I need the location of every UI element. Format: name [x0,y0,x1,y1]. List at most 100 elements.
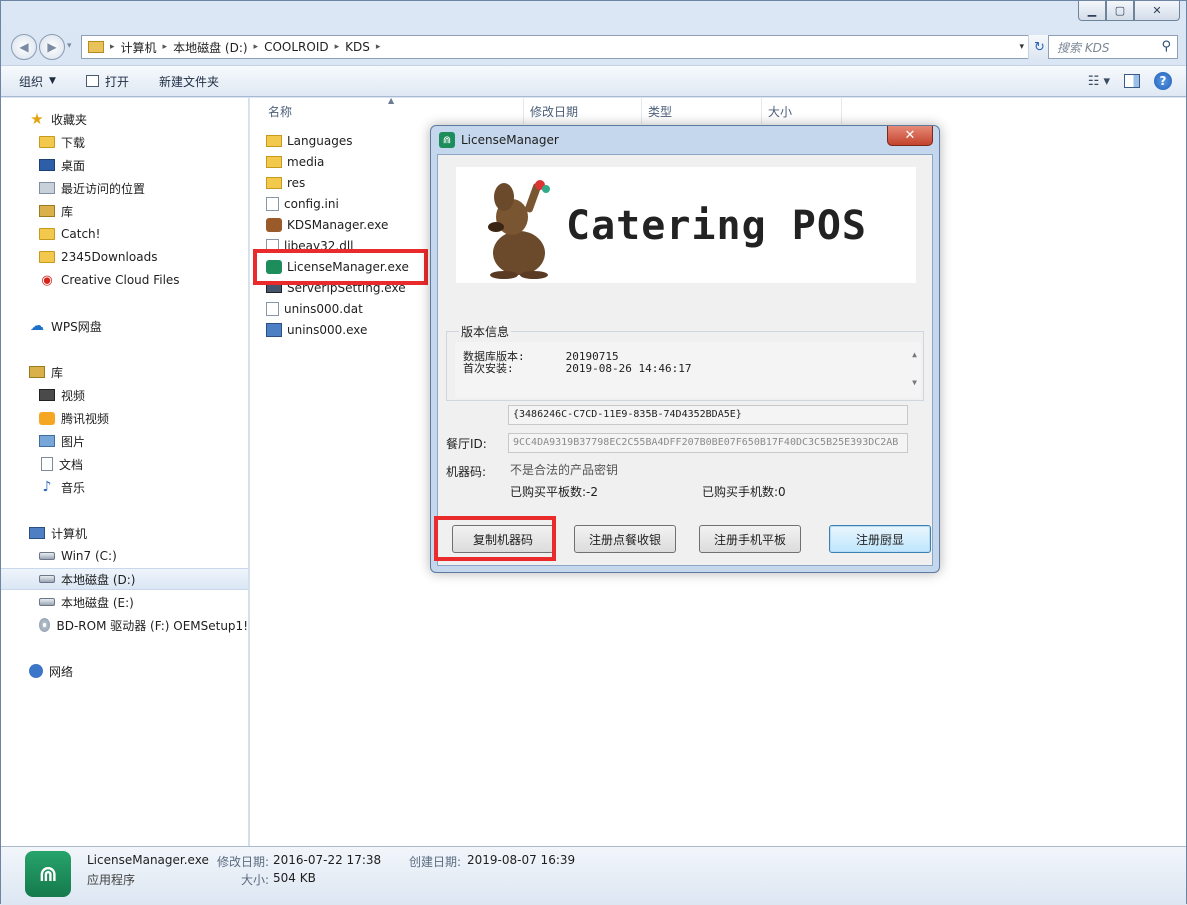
nav-desktop[interactable]: 桌面 [1,154,248,176]
minimize-button[interactable]: ▁ [1078,1,1106,21]
help-icon[interactable]: ? [1154,72,1172,90]
nav-2345downloads[interactable]: 2345Downloads [1,246,248,268]
details-size-value: 504 KB [273,871,316,885]
file-name: unins000.exe [287,323,368,337]
nav-wps-drive[interactable]: ☁ WPS网盘 [1,315,248,337]
nav-label: 2345Downloads [61,250,158,264]
nav-catch[interactable]: Catch! [1,223,248,245]
picture-icon [39,435,55,447]
details-modified-label: 修改日期: [217,855,270,869]
nav-videos[interactable]: 视频 [1,384,248,406]
organize-label: 组织 [19,74,44,89]
folder-icon [266,177,282,189]
maximize-button[interactable]: ▢ [1106,1,1134,21]
file-name: unins000.dat [284,302,363,316]
chevron-down-icon: ▼ [49,76,56,86]
first-install-label: 首次安装: [463,362,514,375]
restaurant-id-field[interactable]: {3486246C-C7CD-11E9-835B-74D4352BDA5E} [508,405,908,425]
cloud-icon: ☁ [30,318,44,334]
breadcrumb: ▸ 计算机 ▸ 本地磁盘 (D:) ▸ COOLROID ▸ KDS ▸ [110,39,381,56]
forward-button[interactable]: ▶ [39,34,65,60]
nav-label: 腾讯视频 [61,411,110,426]
preview-pane-icon[interactable] [1124,74,1140,88]
refresh-button[interactable]: ↻ [1028,35,1050,59]
folder-icon [39,228,55,240]
new-folder-button[interactable]: 新建文件夹 [159,73,219,90]
license-app-icon: ⋒ [25,851,71,897]
column-type[interactable]: 类型 [642,98,762,124]
search-icon[interactable]: ⚲ [1161,39,1171,54]
column-modified[interactable]: 修改日期 [524,98,642,124]
folder-icon [266,135,282,147]
column-label: 类型 [648,104,673,119]
register-kitchen-display-button[interactable]: 注册厨显 [829,525,931,553]
nav-network[interactable]: 网络 [1,660,248,682]
nav-drive-f[interactable]: BD-ROM 驱动器 (F:) OEMSetup1! [1,614,248,636]
dialog-close-button[interactable]: ✕ [887,126,933,146]
folder-icon [39,251,55,263]
catering-pos-banner: Catering POS [456,167,916,283]
first-install-row: 首次安装: 2019-08-26 14:46:17 [463,360,691,376]
file-item-kdsmanager[interactable]: KDSManager.exe [266,215,388,235]
breadcrumb-kds[interactable]: KDS [345,40,370,54]
breadcrumb-coolroid[interactable]: COOLROID [264,40,329,54]
breadcrumb-drive-d[interactable]: 本地磁盘 (D:) [173,39,247,56]
nav-recent[interactable]: 最近访问的位置 [1,177,248,199]
nav-drive-e[interactable]: 本地磁盘 (E:) [1,591,248,613]
nav-label: 图片 [61,434,86,449]
folder-icon [88,41,104,53]
nav-libraries[interactable]: 库 [1,361,248,383]
nav-label: WPS网盘 [51,319,102,334]
file-item-languages[interactable]: Languages [266,131,352,151]
video-icon [39,389,55,401]
sort-ascending-icon: ▲ [388,96,395,105]
nav-computer[interactable]: 计算机 [1,522,248,544]
nav-documents[interactable]: 文档 [1,453,248,475]
nav-label: 收藏夹 [51,112,88,127]
desktop-icon [39,159,55,171]
file-item-res[interactable]: res [266,173,305,193]
tencent-video-icon [39,411,55,425]
details-size-label: 大小: [241,873,270,887]
nav-label: 本地磁盘 (E:) [61,595,134,610]
file-name: media [287,155,325,169]
back-button[interactable]: ◀ [11,34,37,60]
register-pos-button[interactable]: 注册点餐收银 [574,525,676,553]
scroll-up-icon[interactable]: ▲ [912,350,917,359]
nav-library-fav[interactable]: 库 [1,200,248,222]
settings-file-icon [266,197,279,211]
file-item-unins000-exe[interactable]: unins000.exe [266,320,367,340]
search-input[interactable]: 搜索 KDS ⚲ [1048,35,1178,59]
library-icon [39,205,55,217]
window-icon [85,75,99,87]
view-options-icon[interactable]: ☷ ▾ [1088,74,1110,89]
breadcrumb-computer[interactable]: 计算机 [121,39,157,56]
file-item-unins000-dat[interactable]: unins000.dat [266,299,363,319]
nav-creative-cloud[interactable]: ◉ Creative Cloud Files [1,269,248,291]
address-dropdown-icon[interactable]: ▾ [1019,42,1024,52]
address-bar[interactable]: ▸ 计算机 ▸ 本地磁盘 (D:) ▸ COOLROID ▸ KDS ▸ ▾ ↻ [81,35,1051,59]
nav-pictures[interactable]: 图片 [1,430,248,452]
nav-drive-c[interactable]: Win7 (C:) [1,545,248,567]
open-button[interactable]: 打开 [85,73,129,90]
file-item-config[interactable]: config.ini [266,194,339,214]
scroll-down-icon[interactable]: ▼ [912,378,917,387]
nav-music[interactable]: ♪ 音乐 [1,476,248,498]
banner-title: Catering POS [566,203,867,249]
register-mobile-button[interactable]: 注册手机平板 [699,525,801,553]
organize-button[interactable]: 组织 ▼ [19,73,56,90]
nav-label: 本地磁盘 (D:) [61,572,136,587]
column-size[interactable]: 大小 [762,98,842,124]
file-item-media[interactable]: media [266,152,324,172]
nav-tencent-video[interactable]: 腾讯视频 [1,407,248,429]
close-button[interactable]: ✕ [1134,1,1180,21]
search-placeholder: 搜索 KDS [1057,40,1110,55]
details-created-label: 创建日期: [409,855,462,869]
highlight-box-licensemanager [253,249,428,285]
machine-code-field[interactable]: 9CC4DA9319B37798EC2C55BA4DFF207B0BE07F65… [508,433,908,453]
version-info-group: 版本信息 数据库版本: 20190715 首次安装: 2019-08-26 14… [446,323,924,401]
nav-drive-d[interactable]: 本地磁盘 (D:) [1,568,248,590]
recent-pages-dropdown[interactable]: ▾ [67,41,72,51]
nav-downloads[interactable]: 下载 [1,131,248,153]
nav-favorites[interactable]: ★ 收藏夹 [1,108,248,130]
